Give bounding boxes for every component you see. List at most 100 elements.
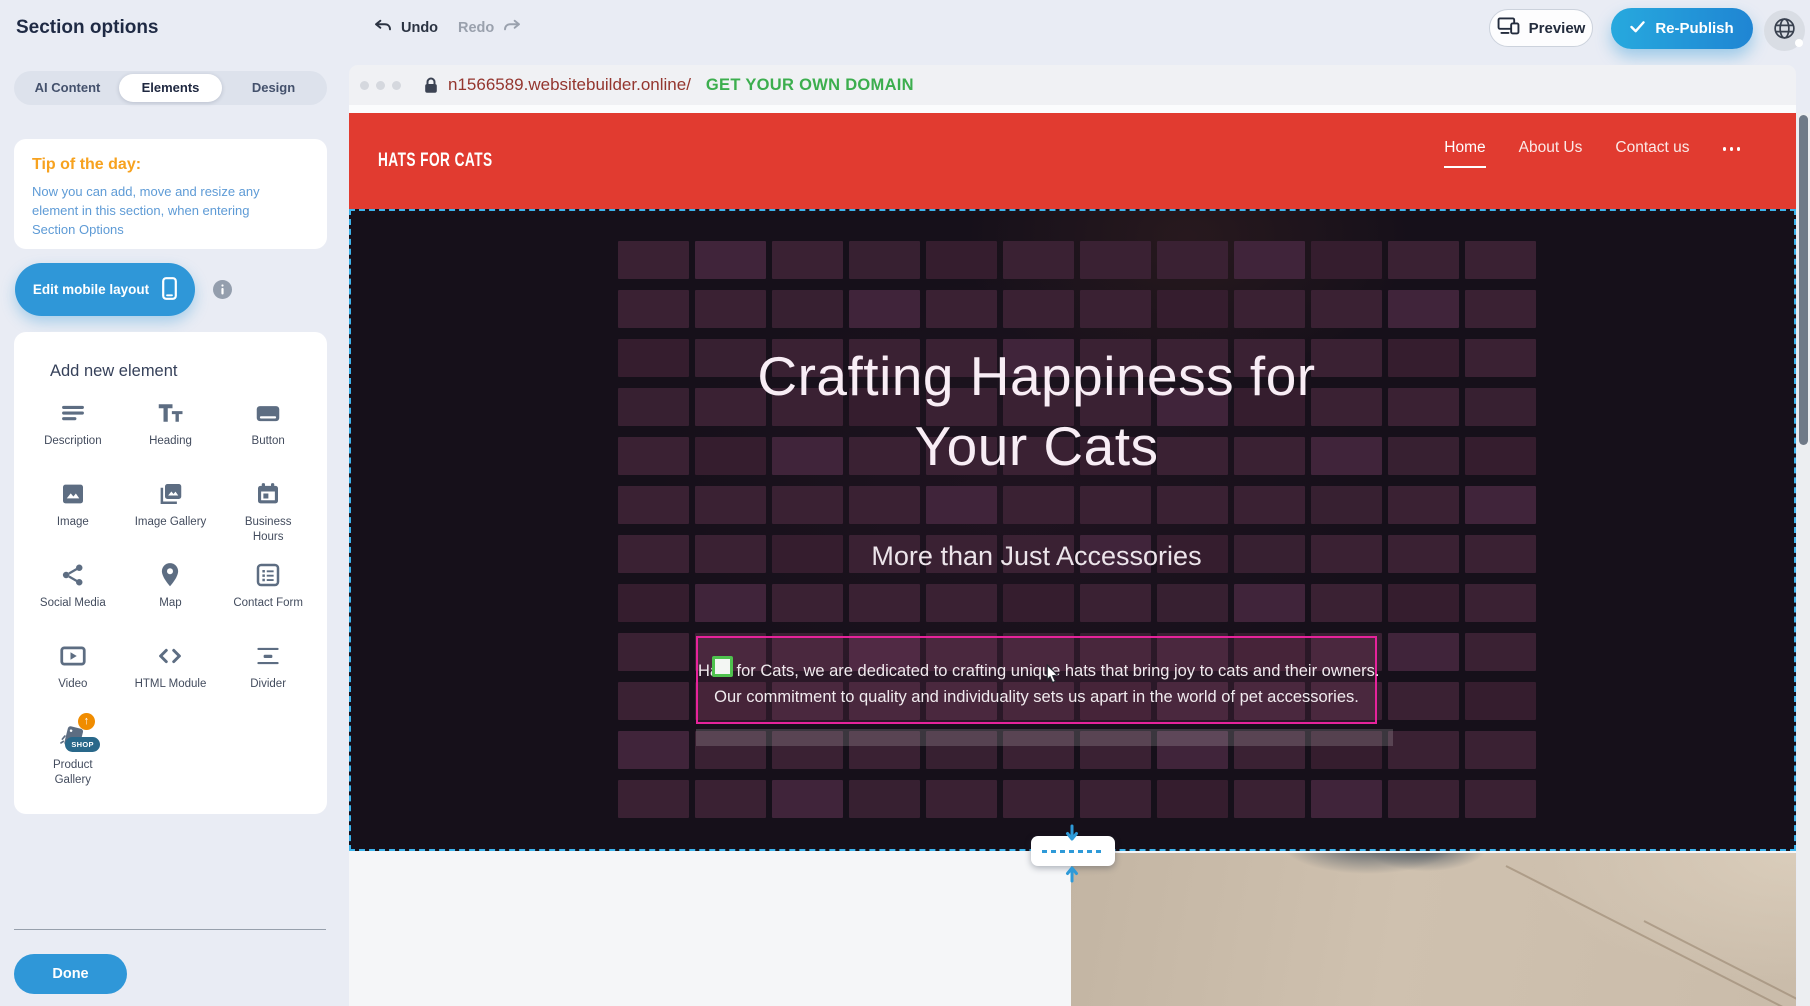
browser-dot <box>392 81 401 90</box>
redo-button[interactable]: Redo <box>458 19 521 37</box>
button-icon <box>253 397 283 429</box>
upgrade-badge-icon: ↑ <box>78 713 95 730</box>
edit-mobile-layout-button[interactable]: Edit mobile layout <box>15 263 195 316</box>
background-tile <box>926 486 997 524</box>
add-element-video[interactable]: Video <box>24 640 122 707</box>
add-element-contact-form[interactable]: Contact Form <box>219 559 317 626</box>
hero-paragraph: Hats for Cats, we are dedicated to craft… <box>698 658 1375 710</box>
background-tile <box>695 780 766 818</box>
browser-dot <box>376 81 385 90</box>
background-tile <box>695 584 766 622</box>
background-tile <box>1003 290 1074 328</box>
paragraph-line: Hats for Cats, we are dedicated to craft… <box>698 658 1375 684</box>
background-tile <box>618 290 689 328</box>
background-tile <box>695 486 766 524</box>
site-header: HATS FOR CATS Home About Us Contact us <box>349 113 1796 209</box>
element-label: Divider <box>250 677 286 692</box>
panel-title: Section options <box>16 17 159 39</box>
background-tile <box>1157 584 1228 622</box>
site-logo[interactable]: HATS FOR CATS <box>378 150 493 172</box>
background-tile <box>695 241 766 279</box>
shop-badge: SHOP <box>65 737 99 752</box>
html-module-icon <box>155 640 185 672</box>
background-tile <box>772 780 843 818</box>
add-element-image-gallery[interactable]: Image Gallery <box>122 478 220 545</box>
background-tile <box>1234 486 1305 524</box>
add-element-map[interactable]: Map <box>122 559 220 626</box>
next-section-photo <box>1071 853 1796 1006</box>
background-tile <box>1003 584 1074 622</box>
republish-button[interactable]: Re-Publish <box>1611 8 1753 49</box>
add-element-description[interactable]: Description <box>24 397 122 464</box>
phone-icon <box>162 277 177 303</box>
element-label: Image Gallery <box>135 515 207 530</box>
background-tile <box>926 241 997 279</box>
background-tile <box>1388 241 1459 279</box>
nav-home[interactable]: Home <box>1444 139 1485 168</box>
get-domain-link[interactable]: GET YOUR OWN DOMAIN <box>706 76 914 95</box>
element-label: Image <box>57 515 89 530</box>
add-element-image[interactable]: Image <box>24 478 122 545</box>
add-element-social-media[interactable]: Social Media <box>24 559 122 626</box>
site-url[interactable]: n1566589.websitebuilder.online/ <box>448 75 691 95</box>
tab-design[interactable]: Design <box>222 74 325 102</box>
background-tile <box>1388 780 1459 818</box>
selected-text-element[interactable]: Hats for Cats, we are dedicated to craft… <box>696 636 1377 724</box>
add-element-html-module[interactable]: HTML Module <box>122 640 220 707</box>
paragraph-line: Our commitment to quality and individual… <box>698 684 1375 710</box>
add-element-product-gallery[interactable]: ↑SHOP Product Gallery <box>24 721 122 788</box>
social-media-icon <box>58 559 88 591</box>
element-label: Video <box>58 677 87 692</box>
element-label: Social Media <box>40 596 106 611</box>
undo-button[interactable]: Undo <box>374 19 438 37</box>
background-tile <box>1388 584 1459 622</box>
background-tile <box>1465 241 1536 279</box>
preview-button[interactable]: Preview <box>1489 9 1593 47</box>
background-tile <box>1388 682 1459 720</box>
scrollbar-thumb[interactable] <box>1799 115 1808 445</box>
divider-icon <box>253 640 283 672</box>
background-tile <box>1465 339 1536 377</box>
background-tile <box>1465 682 1536 720</box>
add-element-divider[interactable]: Divider <box>219 640 317 707</box>
nav-about-us[interactable]: About Us <box>1519 139 1583 157</box>
background-tile <box>1311 780 1382 818</box>
background-tile <box>772 241 843 279</box>
background-tile <box>618 584 689 622</box>
resize-arrow-up-icon <box>1064 859 1080 888</box>
info-icon[interactable] <box>213 280 232 299</box>
add-element-button[interactable]: Button <box>219 397 317 464</box>
nav-more-icon[interactable] <box>1723 147 1741 151</box>
background-tile <box>1080 486 1151 524</box>
tab-ai-content[interactable]: AI Content <box>16 74 119 102</box>
language-globe-button[interactable] <box>1764 10 1805 51</box>
background-tile <box>1003 486 1074 524</box>
add-element-heading[interactable]: Heading <box>122 397 220 464</box>
hero-section-selected[interactable]: Crafting Happiness for Your Cats More th… <box>349 209 1796 851</box>
background-tile <box>849 584 920 622</box>
element-drag-handle[interactable] <box>712 656 733 677</box>
next-section-blank <box>349 853 1071 1006</box>
tab-elements[interactable]: Elements <box>119 74 222 102</box>
element-label: Business Hours <box>232 515 304 545</box>
hero-subheading[interactable]: More than Just Accessories <box>696 541 1377 572</box>
background-tile <box>1003 241 1074 279</box>
heading-icon <box>155 397 185 429</box>
background-tile <box>1388 535 1459 573</box>
background-tile <box>1080 241 1151 279</box>
background-tile <box>1234 290 1305 328</box>
undo-label: Undo <box>401 20 438 36</box>
hero-heading[interactable]: Crafting Happiness for Your Cats <box>696 341 1377 481</box>
background-tile <box>1388 437 1459 475</box>
add-element-title: Add new element <box>50 362 317 381</box>
add-element-business-hours[interactable]: Business Hours <box>219 478 317 545</box>
element-hover-highlight <box>696 729 1393 746</box>
preview-scrollbar[interactable] <box>1797 113 1810 1006</box>
nav-contact-us[interactable]: Contact us <box>1615 139 1689 157</box>
background-tile <box>1157 290 1228 328</box>
done-button[interactable]: Done <box>14 954 127 994</box>
background-tile <box>926 780 997 818</box>
add-element-panel: Add new element Description Heading Butt… <box>14 332 327 814</box>
element-label: Button <box>252 434 285 449</box>
globe-icon <box>1772 16 1797 46</box>
